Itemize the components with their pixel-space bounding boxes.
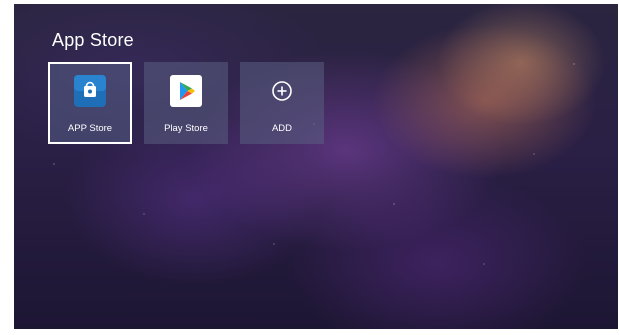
galaxy-background xyxy=(14,4,618,329)
tv-home-screen: App Store APP Store Play Store ADD xyxy=(14,4,618,329)
app-store-bag-icon xyxy=(74,75,106,107)
plus-circle-icon xyxy=(272,81,292,101)
app-tile-label: Play Store xyxy=(164,123,208,134)
app-tile-label: APP Store xyxy=(67,123,113,134)
app-tile-add[interactable]: ADD xyxy=(240,62,324,144)
screen: App Store APP Store Play Store ADD xyxy=(0,0,619,335)
google-play-icon xyxy=(170,75,202,107)
app-tile-app-store[interactable]: APP Store xyxy=(48,62,132,144)
app-tile-label: ADD xyxy=(271,123,293,134)
app-tile-play-store[interactable]: Play Store xyxy=(144,62,228,144)
section-title: App Store xyxy=(52,30,134,50)
